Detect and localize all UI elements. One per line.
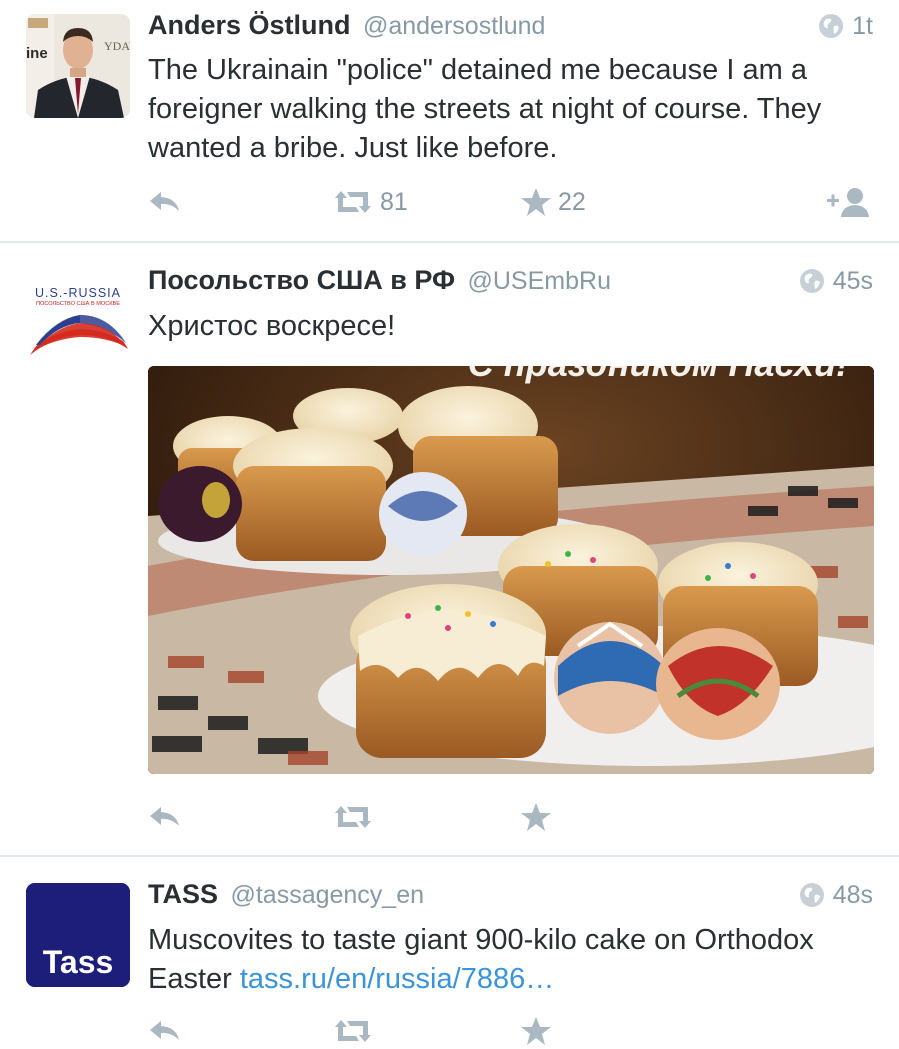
- tweet-header: Посольство США в РФ @USEmbRu 45s: [148, 265, 873, 301]
- tweet-us-embassy[interactable]: U.S.-RUSSIA ПОСОЛЬСТВО США В МОСКВЕ Посо…: [0, 243, 899, 855]
- avatar-embassy-logo: U.S.-RUSSIA ПОСОЛЬСТВО США В МОСКВЕ: [26, 257, 130, 361]
- time-label: 48s: [832, 880, 873, 909]
- time-label: 1t: [852, 11, 873, 40]
- follow-button[interactable]: [825, 184, 873, 220]
- retweet-icon: [335, 191, 371, 213]
- globe-icon: [799, 269, 824, 293]
- retweet-button[interactable]: 81: [332, 184, 408, 220]
- favorite-icon: [521, 188, 551, 216]
- tass-logo: Tass: [26, 883, 130, 987]
- retweet-count: 81: [380, 187, 408, 216]
- avatar-sign-text: YDAY: [104, 39, 130, 53]
- tweet-media-photo[interactable]: С праздником Пасхи!: [148, 366, 874, 774]
- tweet-text: Muscovites to taste giant 900-kilo cake …: [148, 921, 873, 999]
- tweet-tass[interactable]: Tass TASS @tassagency_en 48s Muscovites …: [0, 857, 899, 1045]
- user-handle[interactable]: @andersostlund: [363, 12, 545, 40]
- retweet-button[interactable]: [332, 1013, 374, 1049]
- favorite-button[interactable]: [520, 1013, 552, 1049]
- favorite-icon: [521, 803, 551, 831]
- avatar[interactable]: Tass: [26, 883, 130, 987]
- tweet-text: Христос воскресе!: [148, 310, 396, 342]
- avatar-line-1: U.S.-RUSSIA: [35, 286, 121, 300]
- tweet-actions: [148, 799, 873, 835]
- favorite-button[interactable]: 22: [520, 184, 586, 220]
- timestamp[interactable]: 48s: [799, 879, 873, 911]
- tweet-actions: 81 22: [148, 184, 873, 220]
- favorite-button[interactable]: [520, 799, 552, 835]
- tweet-text: The Ukrainain "police" detained me becau…: [148, 54, 822, 164]
- display-name[interactable]: Anders Östlund: [148, 10, 351, 40]
- avatar[interactable]: ine YDAY: [26, 14, 130, 118]
- avatar-line-2: ПОСОЛЬСТВО США В МОСКВЕ: [36, 301, 120, 307]
- display-name[interactable]: Посольство США в РФ: [148, 265, 455, 295]
- tweet-header: TASS @tassagency_en 48s: [148, 879, 873, 915]
- avatar[interactable]: U.S.-RUSSIA ПОСОЛЬСТВО США В МОСКВЕ: [26, 257, 130, 361]
- user-handle[interactable]: @USEmbRu: [468, 267, 611, 295]
- reply-icon: [150, 192, 179, 211]
- globe-icon: [819, 14, 844, 38]
- user-handle[interactable]: @tassagency_en: [230, 881, 424, 909]
- tweet-header: Anders Östlund @andersostlund 1t: [148, 10, 873, 46]
- easter-cakes-photo: С праздником Пасхи!: [148, 366, 874, 774]
- avatar-logo-text: ine: [26, 45, 48, 62]
- timestamp[interactable]: 1t: [818, 10, 873, 42]
- tweet-anders[interactable]: ine YDAY Anders Östlund @andersostlund 1…: [0, 0, 899, 242]
- reply-button[interactable]: [148, 1013, 182, 1049]
- favorite-icon: [521, 1017, 551, 1045]
- media-caption: С праздником Пасхи!: [468, 366, 848, 384]
- tass-logo-text: Tass: [43, 944, 114, 980]
- tweet-actions: [148, 1013, 873, 1049]
- reply-button[interactable]: [148, 799, 182, 835]
- favorite-count: 22: [558, 187, 586, 216]
- timestamp[interactable]: 45s: [799, 265, 873, 297]
- retweet-icon: [335, 806, 371, 828]
- tweet-link[interactable]: tass.ru/en/russia/7886…: [240, 963, 554, 995]
- globe-icon: [799, 883, 824, 907]
- reply-icon: [150, 807, 179, 826]
- reply-button[interactable]: [148, 184, 182, 220]
- retweet-button[interactable]: [332, 799, 374, 835]
- display-name[interactable]: TASS: [148, 879, 218, 909]
- reply-icon: [150, 1021, 179, 1040]
- avatar-photo: ine YDAY: [26, 14, 130, 118]
- retweet-icon: [335, 1020, 371, 1042]
- follow-icon: [827, 188, 869, 217]
- time-label: 45s: [832, 266, 873, 295]
